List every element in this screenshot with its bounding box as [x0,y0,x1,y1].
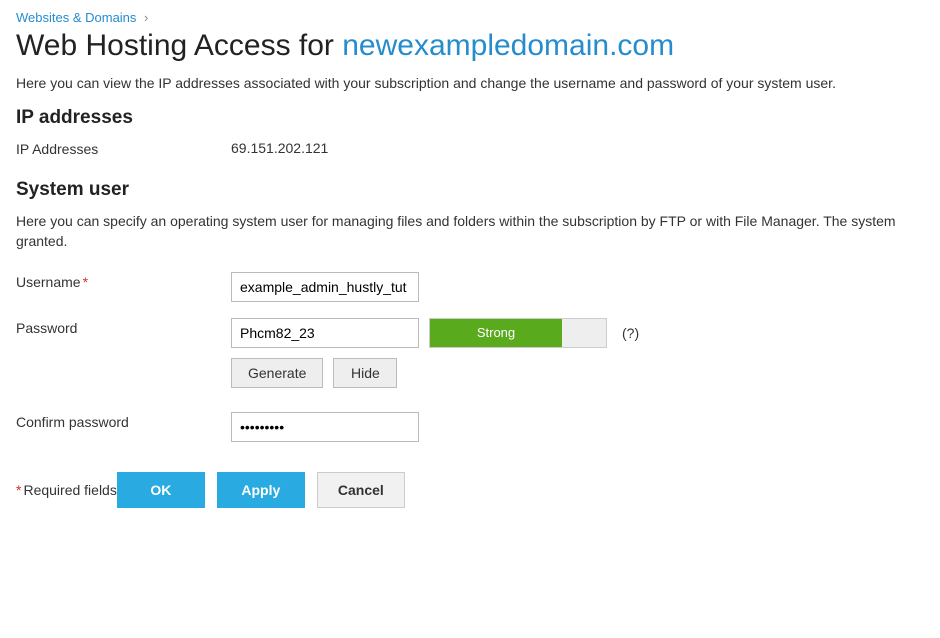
system-user-heading: System user [16,179,924,201]
help-icon[interactable]: (?) [622,325,639,341]
apply-button[interactable]: Apply [217,472,305,508]
system-user-desc: Here you can specify an operating system… [16,211,924,252]
password-strength-label: Strong [477,325,515,340]
breadcrumb: Websites & Domains › [16,10,924,25]
required-fields-hint: *Required fields [16,482,117,498]
hide-button[interactable]: Hide [333,358,397,388]
ip-heading: IP addresses [16,107,924,129]
chevron-right-icon: › [144,10,148,25]
confirm-password-label: Confirm password [16,412,231,430]
password-input[interactable] [231,318,419,348]
username-input[interactable] [231,272,419,302]
password-strength-bar: Strong [429,318,607,348]
confirm-password-input[interactable] [231,412,419,442]
generate-button[interactable]: Generate [231,358,323,388]
ok-button[interactable]: OK [117,472,205,508]
password-label: Password [16,318,231,336]
cancel-button[interactable]: Cancel [317,472,405,508]
domain-link[interactable]: newexampledomain.com [342,29,674,62]
page-title: Web Hosting Access for newexampledomain.… [16,29,924,63]
ip-label: IP Addresses [16,139,231,157]
required-star: * [83,274,88,290]
page-subtitle: Here you can view the IP addresses assoc… [16,75,924,91]
ip-value: 69.151.202.121 [231,140,328,156]
username-label: Username* [16,272,231,290]
breadcrumb-link[interactable]: Websites & Domains [16,10,136,25]
required-star-icon: * [16,482,21,498]
page-title-static: Web Hosting Access for [16,29,342,62]
